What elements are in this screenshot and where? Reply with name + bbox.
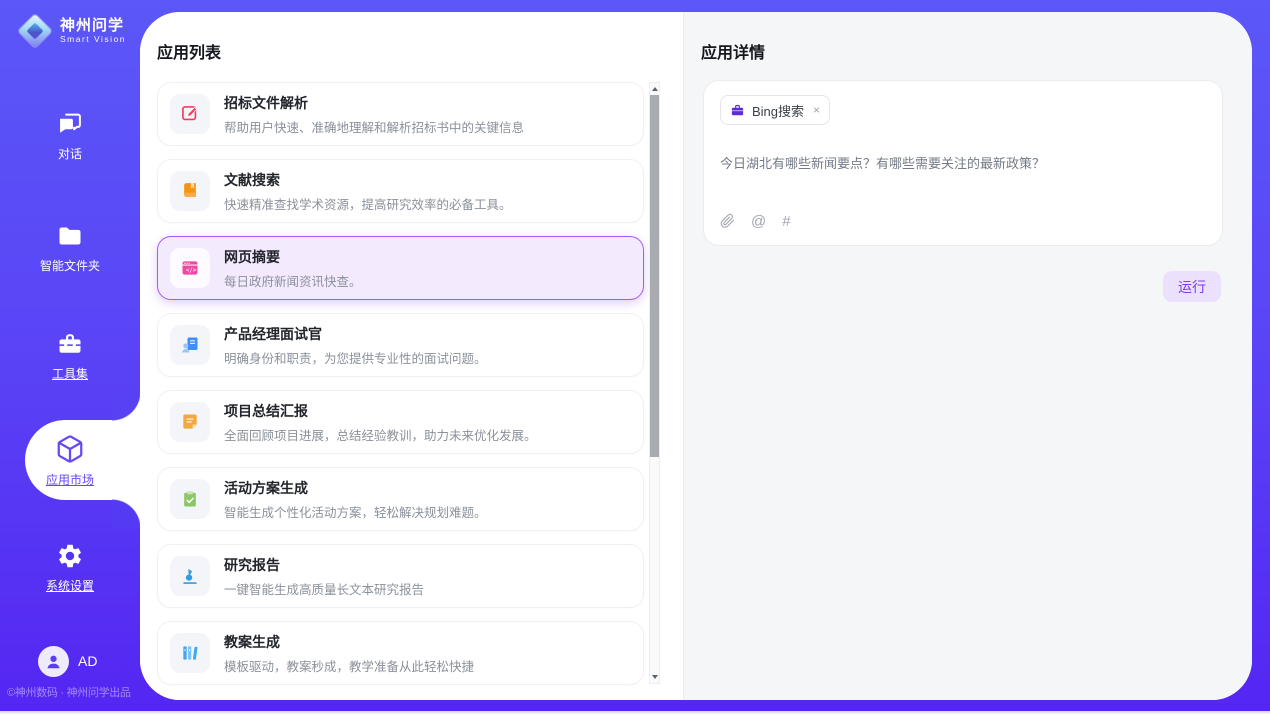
tag-close-icon[interactable]: × [813, 103, 820, 117]
book-icon [170, 171, 210, 211]
sidebar-item-toolset[interactable]: 工具集 [0, 330, 140, 382]
app-card-desc: 帮助用户快速、准确地理解和解析招标书中的关键信息 [224, 117, 524, 136]
app-list-title: 应用列表 [157, 39, 221, 63]
sidebar-item-smart-folders[interactable]: 智能文件夹 [0, 222, 140, 274]
sidebar-item-settings[interactable]: 系统设置 [0, 542, 140, 594]
scrollbar[interactable] [649, 82, 660, 684]
books-icon [170, 633, 210, 673]
app-card-title: 研究报告 [224, 555, 424, 575]
scroll-down-icon[interactable] [650, 671, 659, 683]
sidebar-item-app-market[interactable]: 应用市场 [0, 434, 140, 488]
app-card-title: 教案生成 [224, 632, 474, 652]
briefcase-icon [730, 103, 745, 118]
folder-icon [56, 222, 84, 250]
tool-tag-bing-search[interactable]: Bing搜索 × [720, 95, 830, 125]
sidebar-item-label: 系统设置 [0, 577, 140, 594]
edit-document-icon [170, 94, 210, 134]
paperclip-icon[interactable] [720, 213, 735, 229]
hash-icon[interactable]: # [782, 214, 790, 229]
app-card-literature-search[interactable]: 文献搜索 快速精准查找学术资源，提高研究效率的必备工具。 [157, 159, 644, 223]
app-window: 神州问学 Smart Vision 对话 智能文件夹 [0, 0, 1270, 711]
app-card-title: 招标文件解析 [224, 93, 524, 113]
app-card-title: 产品经理面试官 [224, 324, 487, 344]
avatar-icon [44, 652, 63, 671]
app-card-desc: 模板驱动，教案秒成，教学准备从此轻松快捷 [224, 656, 474, 675]
user-name: AD [78, 653, 97, 669]
app-card-project-summary[interactable]: 项目总结汇报 全面回顾项目进展，总结经验教训，助力未来优化发展。 [157, 390, 644, 454]
logo-title: 神州问学 [60, 18, 126, 34]
sidebar-item-label: 工具集 [0, 365, 140, 382]
clipboard-check-icon [170, 479, 210, 519]
note-icon [170, 402, 210, 442]
sidebar: 神州问学 Smart Vision 对话 智能文件夹 [0, 0, 140, 711]
research-icon [170, 556, 210, 596]
app-card-list: 招标文件解析 帮助用户快速、准确地理解和解析招标书中的关键信息 文献搜索 [157, 82, 644, 698]
run-button[interactable]: 运行 [1163, 271, 1221, 302]
app-card-pm-interviewer[interactable]: 产品经理面试官 明确身份和职责，为您提供专业性的面试问题。 [157, 313, 644, 377]
tool-tag-label: Bing搜索 [752, 101, 804, 120]
logo-subtitle: Smart Vision [60, 35, 126, 44]
gear-icon [56, 542, 84, 570]
app-detail-panel: 应用详情 Bing搜索 × 今日湖北有哪些新闻要点？有哪些需要关注的最新政策？ [683, 12, 1252, 700]
app-detail-title: 应用详情 [701, 39, 765, 63]
avatar[interactable] [38, 646, 69, 677]
app-card-desc: 智能生成个性化活动方案，轻松解决规划难题。 [224, 502, 487, 521]
svg-text:</>: </> [186, 268, 197, 274]
app-card-bid-document-analysis[interactable]: 招标文件解析 帮助用户快速、准确地理解和解析招标书中的关键信息 [157, 82, 644, 146]
sidebar-item-label: 智能文件夹 [0, 257, 140, 274]
app-card-desc: 全面回顾项目进展，总结经验教训，助力未来优化发展。 [224, 425, 537, 444]
sidebar-item-label: 应用市场 [0, 471, 140, 488]
app-card-desc: 一键智能生成高质量长文本研究报告 [224, 579, 424, 598]
copyright-text: ©神州数码 · 神州问学出品 [7, 684, 139, 700]
app-card-title: 活动方案生成 [224, 478, 487, 498]
query-text[interactable]: 今日湖北有哪些新闻要点？有哪些需要关注的最新政策？ [720, 153, 1200, 172]
browser-code-icon: </> [170, 248, 210, 288]
bump-fillet-top [112, 392, 141, 421]
sidebar-item-label: 对话 [0, 145, 140, 162]
app-card-title: 项目总结汇报 [224, 401, 537, 421]
bump-fillet-bottom [112, 499, 141, 528]
composer-toolbar: @ # [720, 213, 791, 229]
interview-icon [170, 325, 210, 365]
app-card-event-plan[interactable]: 活动方案生成 智能生成个性化活动方案，轻松解决规划难题。 [157, 467, 644, 531]
app-card-title: 文献搜索 [224, 170, 512, 190]
logo-diamond-icon [18, 14, 52, 48]
user-row[interactable]: AD [0, 646, 140, 680]
app-list-panel: 应用列表 招标文件解析 帮助用户快速、准确地理解和解析招标书中的关键信息 [140, 12, 683, 700]
app-card-desc: 快速精准查找学术资源，提高研究效率的必备工具。 [224, 194, 512, 213]
toolbox-icon [56, 330, 84, 358]
app-card-desc: 每日政府新闻资讯快查。 [224, 271, 362, 290]
app-card-desc: 明确身份和职责，为您提供专业性的面试问题。 [224, 348, 487, 367]
main-content: 应用列表 招标文件解析 帮助用户快速、准确地理解和解析招标书中的关键信息 [140, 12, 1252, 700]
chat-icon [56, 110, 84, 138]
prompt-input-card[interactable]: Bing搜索 × 今日湖北有哪些新闻要点？有哪些需要关注的最新政策？ @ # [703, 80, 1223, 246]
cube-icon [55, 434, 85, 464]
scrollbar-thumb[interactable] [650, 95, 659, 457]
app-card-lesson-plan[interactable]: 教案生成 模板驱动，教案秒成，教学准备从此轻松快捷 [157, 621, 644, 685]
sidebar-item-chat[interactable]: 对话 [0, 110, 140, 162]
app-card-web-summary[interactable]: </> 网页摘要 每日政府新闻资讯快查。 [157, 236, 644, 300]
app-card-research-report[interactable]: 研究报告 一键智能生成高质量长文本研究报告 [157, 544, 644, 608]
scroll-up-icon[interactable] [650, 83, 659, 95]
at-icon[interactable]: @ [751, 214, 766, 229]
app-card-title: 网页摘要 [224, 247, 362, 267]
app-logo: 神州问学 Smart Vision [18, 14, 126, 48]
